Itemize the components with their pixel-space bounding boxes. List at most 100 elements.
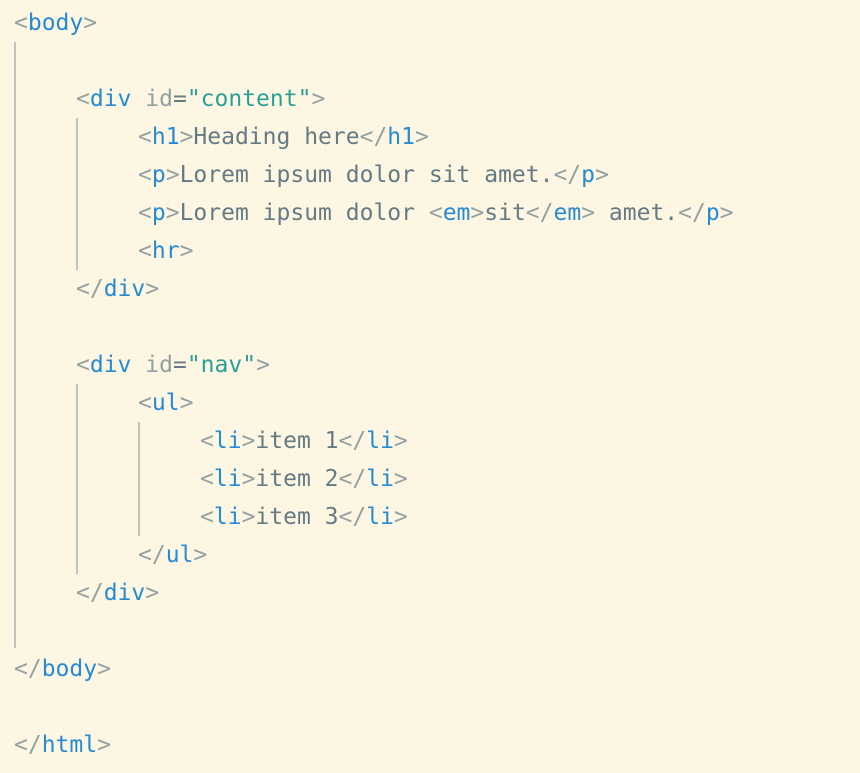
code-line: <p>Lorem ipsum dolor sit amet.</p> bbox=[138, 156, 609, 194]
code-token: h1 bbox=[387, 124, 415, 150]
code-token: > bbox=[415, 124, 429, 150]
code-token: sit bbox=[484, 200, 526, 226]
code-token: < bbox=[138, 238, 152, 264]
code-token: </ bbox=[553, 162, 582, 188]
code-token: p bbox=[151, 200, 166, 226]
code-line: <ul> bbox=[138, 384, 193, 422]
code-token: > bbox=[97, 656, 111, 682]
code-token: </ bbox=[76, 580, 104, 606]
code-token: < bbox=[138, 200, 152, 226]
code-token: div bbox=[103, 276, 146, 302]
code-token: > bbox=[241, 428, 256, 454]
code-line: <div id="content"> bbox=[76, 80, 325, 118]
code-token: li bbox=[366, 504, 394, 530]
code-editor-view[interactable]: <body> <div id="content"> <h1>Heading here… bbox=[0, 0, 860, 773]
code-token: item 3 bbox=[255, 504, 339, 530]
code-token: id bbox=[131, 86, 173, 112]
code-token: > bbox=[179, 124, 194, 150]
code-token: li bbox=[213, 466, 242, 492]
code-token: ul bbox=[151, 390, 180, 416]
code-token: = bbox=[172, 352, 187, 378]
code-token: p bbox=[705, 200, 720, 226]
code-token: "nav" bbox=[186, 352, 257, 378]
code-line: <li>item 1</li> bbox=[200, 422, 408, 460]
code-line: <li>item 3</li> bbox=[200, 498, 408, 536]
code-token: < bbox=[200, 466, 214, 492]
code-token: </ bbox=[76, 276, 104, 302]
code-line: </ul> bbox=[138, 536, 207, 574]
code-token: > bbox=[193, 542, 208, 568]
code-token: item 1 bbox=[255, 428, 339, 454]
code-token: </ bbox=[14, 656, 42, 682]
code-token: </ bbox=[14, 732, 42, 758]
code-token: > bbox=[581, 200, 596, 226]
indent-guide bbox=[138, 422, 140, 536]
code-line: </div> bbox=[76, 270, 159, 308]
code-token: < bbox=[200, 428, 214, 454]
code-token: > bbox=[241, 504, 256, 530]
code-token: > bbox=[256, 352, 270, 378]
indent-guide bbox=[14, 42, 16, 648]
code-token: div bbox=[103, 580, 146, 606]
code-token: > bbox=[719, 200, 734, 226]
code-token: html bbox=[41, 732, 98, 758]
code-token: > bbox=[470, 200, 485, 226]
code-line: <body> bbox=[14, 4, 97, 42]
code-token: > bbox=[165, 162, 180, 188]
code-token: li bbox=[366, 428, 394, 454]
code-token: em bbox=[553, 200, 582, 226]
code-token: h1 bbox=[151, 124, 180, 150]
code-token: > bbox=[393, 428, 408, 454]
code-token: item 2 bbox=[255, 466, 339, 492]
code-line: <h1>Heading here</h1> bbox=[138, 118, 429, 156]
code-token: > bbox=[595, 162, 609, 188]
code-token: </ bbox=[138, 542, 166, 568]
code-token: p bbox=[581, 162, 596, 188]
code-token: div bbox=[89, 86, 132, 112]
code-token: < bbox=[138, 162, 152, 188]
code-token: hr bbox=[151, 238, 180, 264]
indent-guide bbox=[76, 384, 78, 574]
code-line: <p>Lorem ipsum dolor <em>sit</em> amet.<… bbox=[138, 194, 734, 232]
code-line: </body> bbox=[14, 650, 111, 688]
code-token: </ bbox=[359, 124, 388, 150]
code-token: Heading here bbox=[193, 124, 360, 150]
code-token: body bbox=[27, 10, 84, 36]
code-line: </div> bbox=[76, 574, 159, 612]
code-token: < bbox=[14, 10, 28, 36]
code-token: </ bbox=[525, 200, 554, 226]
code-token: body bbox=[41, 656, 98, 682]
code-token: > bbox=[179, 390, 194, 416]
code-line: <li>item 2</li> bbox=[200, 460, 408, 498]
code-token: < bbox=[138, 124, 152, 150]
code-line: <hr> bbox=[138, 232, 193, 270]
code-token: > bbox=[145, 276, 160, 302]
code-token: li bbox=[213, 428, 242, 454]
code-token: > bbox=[179, 238, 194, 264]
code-token: < bbox=[76, 352, 90, 378]
code-token: p bbox=[151, 162, 166, 188]
code-token: </ bbox=[338, 504, 367, 530]
code-token: < bbox=[76, 86, 90, 112]
code-token: ul bbox=[165, 542, 194, 568]
code-token: > bbox=[165, 200, 180, 226]
indent-guide bbox=[76, 118, 78, 270]
code-token: "content" bbox=[186, 86, 312, 112]
code-token: > bbox=[311, 86, 326, 112]
code-token: > bbox=[145, 580, 160, 606]
code-token: > bbox=[83, 10, 98, 36]
code-line: <div id="nav"> bbox=[76, 346, 270, 384]
code-token: li bbox=[213, 504, 242, 530]
code-token: Lorem ipsum dolor sit amet. bbox=[179, 162, 554, 188]
code-token: Lorem ipsum dolor bbox=[179, 200, 429, 226]
code-token: > bbox=[97, 732, 111, 758]
code-token: </ bbox=[678, 200, 706, 226]
code-token: > bbox=[393, 504, 408, 530]
code-token: amet. bbox=[595, 200, 679, 226]
code-token: > bbox=[241, 466, 256, 492]
code-token: > bbox=[393, 466, 408, 492]
code-token: </ bbox=[338, 428, 367, 454]
code-token: div bbox=[89, 352, 132, 378]
code-token: em bbox=[442, 200, 471, 226]
code-token: id bbox=[131, 352, 173, 378]
